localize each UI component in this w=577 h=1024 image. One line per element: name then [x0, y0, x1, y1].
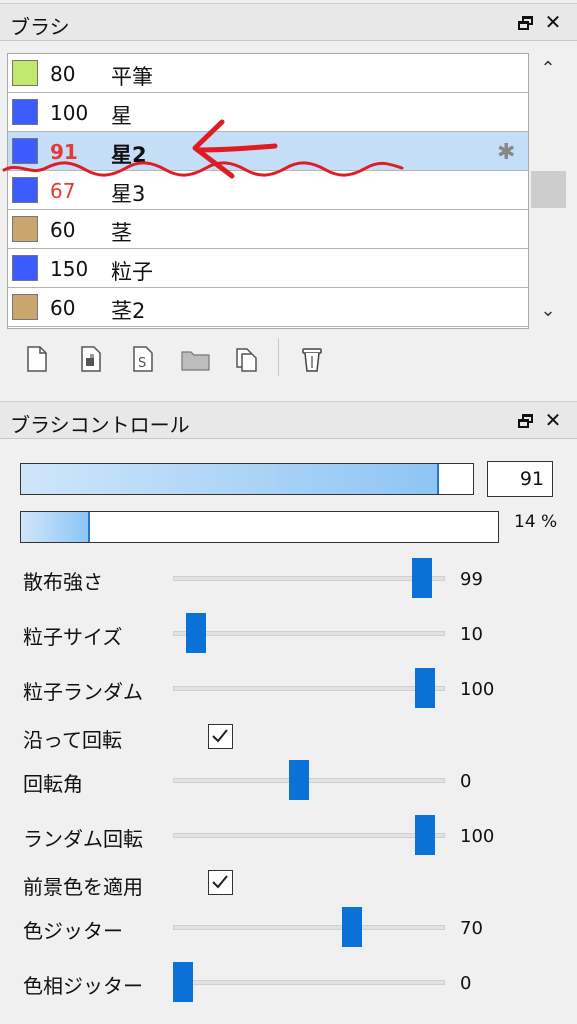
slider-thumb[interactable] [414, 668, 435, 708]
brush-size-input[interactable]: 91 [487, 461, 553, 497]
brush-item[interactable]: 80 平筆 [8, 54, 528, 93]
brush-size: 60 [50, 296, 76, 320]
scrollbar-thumb[interactable] [531, 171, 566, 208]
brush-name: 茎2 [111, 299, 146, 323]
brush-item[interactable]: 150 粒子 [8, 249, 528, 288]
checkbox-label: 沿って回転 [23, 728, 122, 752]
checkbox-label: 前景色を適用 [23, 875, 143, 899]
brush-size-bar[interactable] [20, 463, 474, 495]
brush-size-fill [21, 464, 439, 494]
slider-label: 回転角 [23, 772, 83, 796]
brush-name: 粒子 [111, 260, 153, 284]
folder-icon[interactable] [180, 345, 212, 373]
slider-thumb[interactable] [414, 815, 435, 855]
import-brush-icon[interactable] [78, 345, 104, 373]
slider-thumb[interactable] [173, 962, 193, 1002]
slider-value: 0 [460, 973, 472, 994]
slider-label: 色相ジッター [23, 974, 143, 998]
brush-color-swatch [12, 216, 38, 242]
slider-thumb[interactable] [412, 558, 433, 598]
control-panel-header: ブラシコントロール ✕ [0, 401, 577, 439]
control-panel-title: ブラシコントロール [10, 413, 190, 437]
checkmark-icon [212, 729, 228, 743]
brush-item[interactable]: 60 茎 [8, 210, 528, 249]
scroll-down-icon[interactable]: ⌄ [534, 300, 562, 321]
slider-value: 99 [460, 569, 483, 590]
slider-label: 粒子ランダム [23, 680, 143, 704]
brush-size: 80 [50, 62, 76, 86]
gear-icon[interactable]: ✱ [497, 140, 515, 165]
brush-list: 80 平筆 100 星 91 星2 ✱ 67 星3 60 茎 150 粒子 60… [7, 53, 529, 329]
slider-thumb[interactable] [185, 613, 206, 653]
toolbar-divider [278, 338, 279, 376]
close-icon[interactable]: ✕ [541, 408, 565, 432]
close-icon[interactable]: ✕ [541, 10, 565, 34]
brush-size: 60 [50, 218, 76, 242]
scatter-strength-slider[interactable] [173, 576, 445, 581]
slider-value: 70 [460, 918, 483, 939]
float-panel-icon[interactable] [518, 16, 534, 30]
opacity-fill [21, 512, 90, 542]
particle-size-slider[interactable] [173, 631, 445, 636]
slider-label: 色ジッター [23, 919, 123, 943]
float-panel-icon[interactable] [518, 414, 534, 428]
new-brush-icon[interactable] [24, 345, 50, 373]
brush-name: 茎 [111, 221, 132, 245]
brush-color-swatch [12, 60, 38, 86]
slider-value: 100 [460, 679, 495, 700]
slider-value: 10 [460, 624, 483, 645]
brush-panel-title: ブラシ [10, 15, 70, 39]
brush-panel-header: ブラシ ✕ [0, 3, 577, 41]
scroll-up-icon[interactable]: ⌃ [534, 58, 562, 79]
brush-color-swatch [12, 294, 38, 320]
slider-thumb[interactable] [288, 760, 309, 800]
opacity-bar[interactable] [20, 511, 499, 543]
hue-jitter-slider[interactable] [173, 980, 445, 985]
slider-label: ランダム回転 [23, 827, 143, 851]
brush-item[interactable]: 60 茎2 [8, 288, 528, 327]
checkmark-icon [212, 875, 228, 889]
slider-value: 0 [460, 771, 472, 792]
apply-foreground-checkbox[interactable] [208, 870, 233, 895]
brush-size: 150 [50, 257, 89, 281]
trash-icon[interactable] [299, 345, 325, 373]
red-arrow-annotation [2, 119, 404, 179]
svg-text:S: S [138, 356, 146, 371]
script-brush-icon[interactable]: S [130, 345, 156, 373]
rotation-angle-slider[interactable] [173, 778, 445, 783]
brush-name: 平筆 [111, 65, 153, 89]
duplicate-brush-icon[interactable] [234, 345, 260, 373]
slider-label: 粒子サイズ [23, 625, 123, 649]
rotate-along-checkbox[interactable] [208, 724, 233, 749]
brush-color-swatch [12, 255, 38, 281]
color-jitter-slider[interactable] [173, 925, 445, 930]
opacity-value: 14 % [514, 512, 558, 532]
random-rotation-slider[interactable] [173, 833, 445, 838]
slider-thumb[interactable] [341, 907, 362, 947]
slider-value: 100 [460, 826, 495, 847]
slider-label: 散布強さ [23, 570, 103, 594]
particle-random-slider[interactable] [173, 686, 445, 691]
